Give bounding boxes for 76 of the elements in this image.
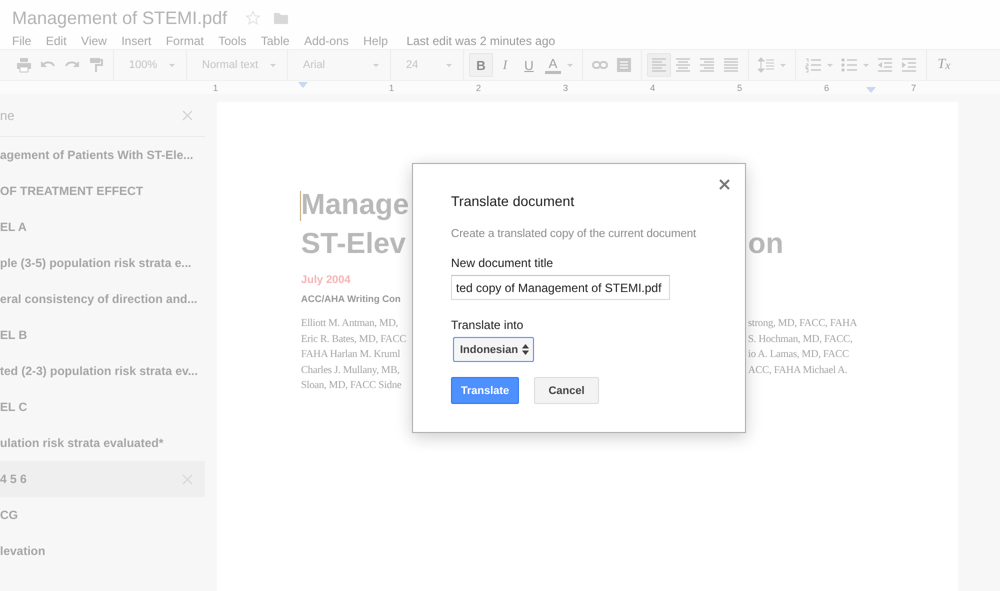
ruler-number: 3 [563,82,568,92]
align-left-icon [651,57,667,73]
comment-icon[interactable] [616,57,632,73]
italic-button[interactable]: I [493,53,517,77]
ruler-number: 2 [476,82,482,92]
outline-item[interactable]: EL A [0,209,205,245]
decrease-indent-icon[interactable] [877,57,893,73]
translate-button[interactable]: Translate [451,377,519,404]
document-heading: ST-Elev [301,227,406,262]
document-heading: on [747,227,784,262]
body-text: ACC, FAHA Michael A. [747,364,848,378]
underline-button[interactable]: U [517,53,541,77]
outline-item[interactable]: agement of Patients With ST-Ele... [0,137,205,173]
body-text: Sloan, MD, FACC Sidne [301,379,402,394]
menu-item[interactable]: Add-ons [304,34,349,48]
increase-indent-icon[interactable] [901,57,917,73]
star-icon[interactable] [245,10,262,26]
last-edit-link[interactable]: Last edit was 2 minutes ago [406,34,556,48]
outline-item[interactable]: eral consistency of direction and... [0,281,205,317]
ruler-number: 7 [911,82,916,92]
title-input-field[interactable]: ted copy of Management of STEMI.pdf [451,275,670,300]
outline-item[interactable]: OF TREATMENT EFFECT [0,173,205,209]
align-right-icon [699,57,715,73]
paint-roller-icon[interactable] [88,57,104,73]
outline-item[interactable]: 4 5 6 [0,461,205,497]
menu-item[interactable]: Edit [46,34,67,48]
ruler-number: 4 [650,82,656,92]
dialog-description: Create a translated copy of the current document [451,228,698,240]
bulleted-list-icon[interactable] [841,57,857,73]
menu-item[interactable]: Tools [218,34,246,48]
menu-item[interactable]: File [12,34,32,48]
document-heading: Manage [301,188,409,223]
line-spacing-icon[interactable] [758,57,774,73]
folder-icon[interactable] [273,11,290,25]
menu-item[interactable]: View [81,34,107,48]
body-text: io A. Lamas, MD, FACC [747,348,850,362]
indent-marker-icon[interactable] [866,87,876,93]
bold-button[interactable]: B [469,53,493,77]
document-title: Management of STEMI.pdf [12,8,228,28]
cancel-button[interactable]: Cancel [534,377,599,404]
language-select[interactable]: Indonesian [453,337,534,362]
body-text: S. Hochman, MD, FACC, [747,332,854,347]
align-center-icon [675,57,691,73]
outline-item[interactable]: ulation risk strata evaluated* [0,425,205,461]
field-label: New document title [451,256,554,270]
outline-item[interactable]: EL B [0,317,205,353]
justify-icon [723,57,739,73]
subheading-text: ACC/AHA Writing Con [301,294,401,307]
close-icon[interactable] [719,179,730,190]
numbered-list-icon[interactable] [805,57,821,73]
body-text: FAHA Harlan M. Kruml [301,348,400,362]
body-text: Elliott M. Antman, MD, [301,317,398,331]
outline-title: ne [0,108,14,122]
ruler-number: 1 [213,82,218,92]
menu-item[interactable]: Insert [121,34,152,48]
print-icon[interactable] [16,57,32,73]
body-text: Eric R. Bates, MD, FACC [301,332,406,347]
field-label: Translate into [451,318,524,332]
menu-item[interactable]: Help [363,34,388,48]
outline-item[interactable]: CG [0,497,205,533]
ruler-number: 5 [737,82,742,92]
ruler-number: 1 [389,82,394,92]
menu-item[interactable]: Format [166,34,204,48]
body-text: Charles J. Mullany, MB, [301,364,400,378]
dialog-title: Translate document [451,193,576,209]
align-left-button[interactable] [647,53,671,77]
outline-item[interactable]: ple (3-5) population risk strata e... [0,245,205,281]
date-text: July 2004 [301,274,351,288]
outline-item[interactable]: ted (2-3) population risk strata ev... [0,353,205,389]
up-down-arrows-icon [522,344,530,355]
text-color-button[interactable]: A [541,53,565,77]
menu-item[interactable]: Table [260,34,290,48]
ruler-number: 6 [824,82,830,92]
outline-item[interactable]: EL C [0,389,205,425]
outline-item[interactable]: levation [0,533,205,569]
body-text: strong, MD, FACC, FAHA [747,317,858,331]
